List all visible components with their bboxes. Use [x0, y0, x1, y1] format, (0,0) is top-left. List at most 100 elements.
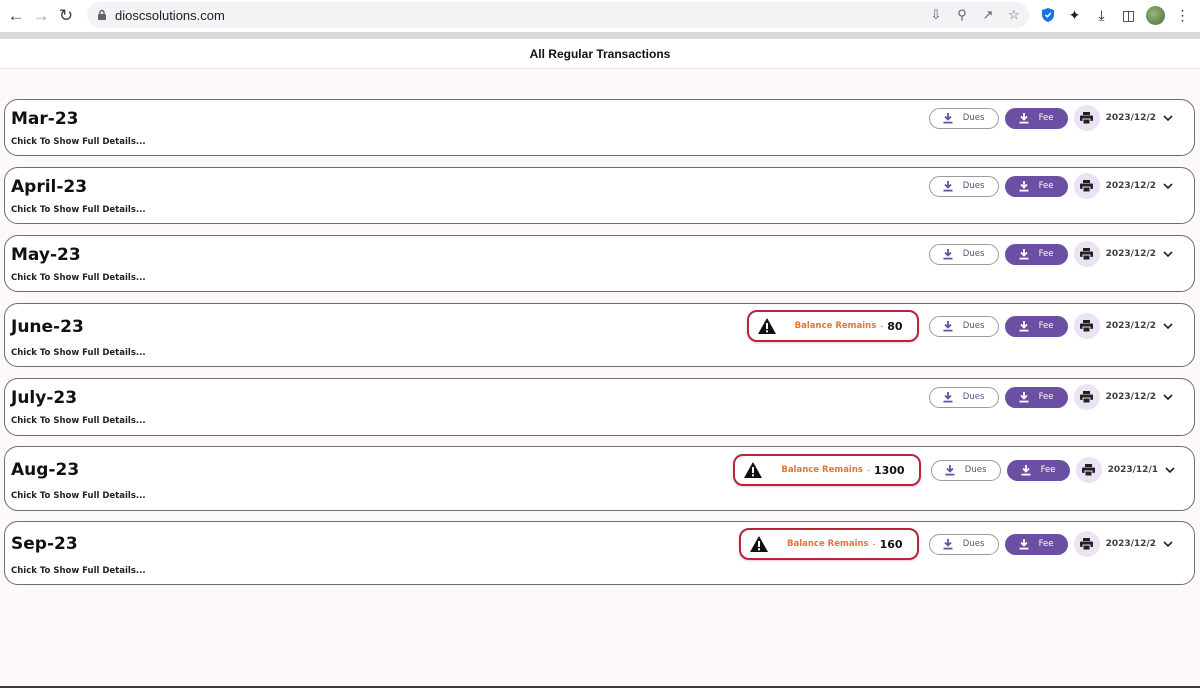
transaction-card[interactable]: July-23 Chick To Show Full Details... Du… [4, 378, 1195, 436]
fee-button[interactable]: Fee [1004, 315, 1068, 337]
print-button[interactable] [1075, 457, 1102, 483]
fee-button[interactable]: Fee [1004, 175, 1068, 197]
transaction-card[interactable]: Sep-23 Chick To Show Full Details... Bal… [4, 521, 1195, 585]
print-button[interactable] [1073, 384, 1100, 410]
details-hint[interactable]: Chick To Show Full Details... [11, 137, 146, 147]
forward-arrow-icon[interactable]: → [30, 5, 52, 27]
details-hint[interactable]: Chick To Show Full Details... [11, 348, 146, 358]
chevron-down-icon[interactable] [1164, 464, 1176, 476]
details-hint[interactable]: Chick To Show Full Details... [11, 273, 146, 283]
fee-label: Fee [1038, 181, 1054, 191]
download-icon [943, 320, 953, 331]
transaction-card[interactable]: May-23 Chick To Show Full Details... Due… [4, 235, 1195, 292]
transaction-card[interactable]: Aug-23 Chick To Show Full Details... Bal… [4, 446, 1195, 511]
dues-button[interactable]: Dues [928, 533, 999, 555]
card-actions: Dues Fee 2023/12/2 [928, 173, 1174, 199]
month-title: April-23 [11, 177, 88, 197]
transaction-card[interactable]: June-23 Chick To Show Full Details... Ba… [4, 303, 1195, 367]
dues-button[interactable]: Dues [928, 243, 999, 265]
chevron-down-icon[interactable] [1162, 112, 1174, 124]
print-button[interactable] [1073, 241, 1100, 267]
profile-avatar[interactable] [1146, 5, 1165, 25]
install-app-icon[interactable]: ⇩ [927, 6, 945, 24]
dues-button[interactable]: Dues [928, 386, 999, 408]
fee-button[interactable]: Fee [1006, 459, 1070, 481]
download-icon [1019, 248, 1029, 259]
dues-label: Dues [962, 181, 985, 191]
extensions-puzzle-icon[interactable]: ✦ [1065, 6, 1084, 25]
fee-button[interactable]: Fee [1004, 533, 1068, 555]
print-button[interactable] [1073, 531, 1100, 557]
balance-dash: - [880, 321, 884, 331]
bookmark-star-icon[interactable]: ☆ [1005, 6, 1023, 24]
card-actions: Balance Remains - 80 Dues Fee 2023/12/2 [746, 310, 1174, 342]
transaction-date: 2023/12/2 [1105, 249, 1156, 259]
print-button[interactable] [1073, 173, 1100, 199]
shield-extension-icon[interactable] [1038, 6, 1057, 25]
downloads-icon[interactable]: ⤓ [1092, 6, 1111, 25]
chevron-down-icon[interactable] [1162, 538, 1174, 550]
dues-button[interactable]: Dues [928, 107, 999, 129]
share-icon[interactable]: ↗ [979, 6, 997, 24]
reload-icon[interactable]: ↻ [55, 5, 77, 27]
month-title: Sep-23 [11, 534, 78, 554]
dues-button[interactable]: Dues [928, 175, 999, 197]
download-icon [1019, 538, 1029, 549]
fee-button[interactable]: Fee [1004, 107, 1068, 129]
dues-label: Dues [962, 321, 985, 331]
download-icon [1019, 391, 1029, 402]
fee-label: Fee [1038, 321, 1054, 331]
balance-dash: - [872, 539, 876, 549]
details-hint[interactable]: Chick To Show Full Details... [11, 205, 146, 215]
transaction-date: 2023/12/2 [1105, 181, 1156, 191]
warning-icon [743, 461, 763, 479]
card-actions: Balance Remains - 160 Dues Fee 2023/12/2 [739, 528, 1174, 560]
dues-button[interactable]: Dues [930, 459, 1001, 481]
details-hint[interactable]: Chick To Show Full Details... [11, 416, 146, 426]
details-hint[interactable]: Chick To Show Full Details... [11, 566, 146, 576]
details-hint[interactable]: Chick To Show Full Details... [11, 491, 146, 501]
chevron-down-icon[interactable] [1162, 391, 1174, 403]
printer-icon [1080, 112, 1094, 124]
month-title: May-23 [11, 245, 81, 265]
chevron-down-icon[interactable] [1162, 320, 1174, 332]
transaction-date: 2023/12/2 [1105, 321, 1156, 331]
download-icon [1019, 112, 1029, 123]
printer-icon [1080, 391, 1094, 403]
fee-button[interactable]: Fee [1004, 243, 1068, 265]
card-actions: Dues Fee 2023/12/2 [928, 241, 1174, 267]
balance-badge: Balance Remains - 160 [739, 528, 919, 560]
download-icon [1021, 464, 1031, 475]
printer-icon [1080, 320, 1094, 332]
transaction-date: 2023/12/1 [1107, 465, 1158, 475]
address-bar[interactable]: dioscsolutions.com ⇩ ⚲ ↗ ☆ [87, 2, 1029, 28]
fee-label: Fee [1038, 249, 1054, 259]
download-icon [943, 538, 953, 549]
fee-button[interactable]: Fee [1004, 386, 1068, 408]
card-actions: Dues Fee 2023/12/2 [928, 105, 1174, 131]
chevron-down-icon[interactable] [1162, 180, 1174, 192]
month-title: Mar-23 [11, 109, 79, 129]
back-arrow-icon[interactable]: ← [5, 5, 27, 27]
transaction-card[interactable]: April-23 Chick To Show Full Details... D… [4, 167, 1195, 224]
url-text: dioscsolutions.com [115, 7, 225, 23]
dues-button[interactable]: Dues [928, 315, 999, 337]
menu-dots-icon[interactable]: ⋮ [1173, 6, 1192, 25]
transaction-date: 2023/12/2 [1105, 113, 1156, 123]
transaction-card[interactable]: Mar-23 Chick To Show Full Details... Due… [4, 99, 1195, 156]
balance-badge: Balance Remains - 80 [746, 310, 919, 342]
dues-label: Dues [964, 465, 987, 475]
side-panel-icon[interactable]: ◫ [1119, 6, 1138, 25]
printer-icon [1082, 464, 1096, 476]
browser-divider [0, 32, 1200, 39]
lock-icon[interactable] [97, 9, 107, 21]
app-header: All Regular Transactions [0, 39, 1200, 69]
print-button[interactable] [1073, 313, 1100, 339]
chevron-down-icon[interactable] [1162, 248, 1174, 260]
page-title: All Regular Transactions [529, 46, 671, 61]
browser-toolbar: ← → ↻ dioscsolutions.com ⇩ ⚲ ↗ ☆ ✦ ⤓ ◫ ⋮ [0, 0, 1200, 32]
transaction-date: 2023/12/2 [1105, 539, 1156, 549]
zoom-icon[interactable]: ⚲ [953, 6, 971, 24]
fee-label: Fee [1038, 539, 1054, 549]
print-button[interactable] [1073, 105, 1100, 131]
